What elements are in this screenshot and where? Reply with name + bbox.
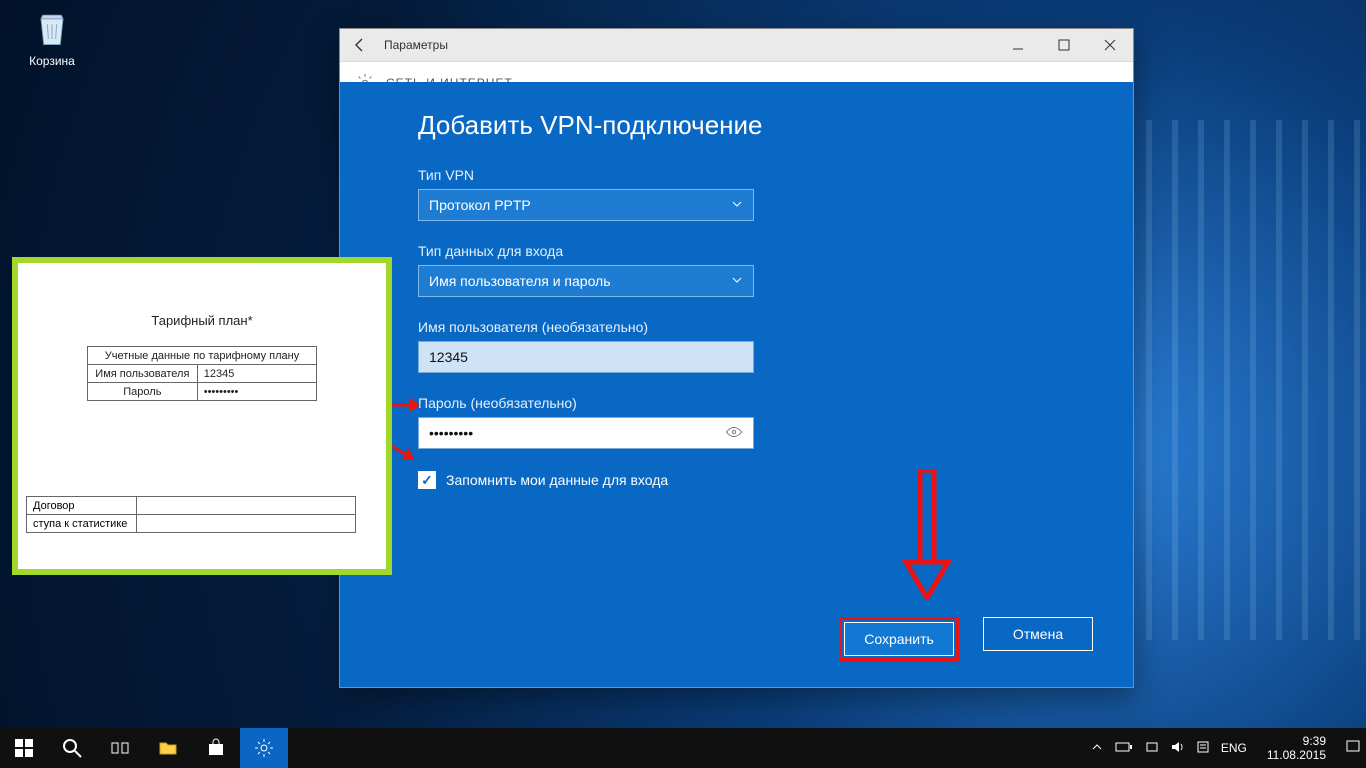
vpn-auth-value: Имя пользователя и пароль <box>429 273 611 289</box>
minimize-button[interactable] <box>995 29 1041 61</box>
volume-icon[interactable] <box>1171 741 1185 756</box>
doc-table-title: Учетные данные по тарифному плану <box>88 347 317 365</box>
tariff-document-card: Тарифный план* Учетные данные по тарифно… <box>12 257 392 575</box>
settings-window: Параметры СЕТЬ И ИНТЕРНЕТ Добавить VPN-п… <box>339 28 1134 688</box>
settings-taskbar-button[interactable] <box>240 728 288 768</box>
back-button[interactable] <box>340 29 380 61</box>
doc-heading: Тарифный план* <box>26 313 378 328</box>
task-view-button[interactable] <box>96 728 144 768</box>
checkbox-checked-icon: ✓ <box>418 471 436 489</box>
doc-pass-key: Пароль <box>88 383 198 401</box>
vpn-auth-select[interactable]: Имя пользователя и пароль <box>418 265 754 297</box>
clock-date: 11.08.2015 <box>1267 748 1326 762</box>
store-button[interactable] <box>192 728 240 768</box>
chevron-down-icon <box>731 197 743 213</box>
window-title: Параметры <box>380 38 448 52</box>
vpn-title: Добавить VPN-подключение <box>418 110 1055 141</box>
recycle-bin-icon <box>30 6 74 50</box>
vpn-pass-input[interactable]: ••••••••• <box>418 417 754 449</box>
chevron-down-icon <box>731 273 743 289</box>
language-indicator[interactable]: ENG <box>1221 741 1247 755</box>
vpn-type-label: Тип VPN <box>418 167 1055 183</box>
taskbar: ENG 9:39 11.08.2015 <box>0 728 1366 768</box>
clock-time: 9:39 <box>1267 734 1326 748</box>
remember-label: Запомнить мои данные для входа <box>446 472 668 488</box>
vpn-user-input[interactable]: 12345 <box>418 341 754 373</box>
doc-lower-row2: ступа к статистике <box>27 515 137 533</box>
doc-user-key: Имя пользователя <box>88 365 198 383</box>
vpn-type-select[interactable]: Протокол PPTP <box>418 189 754 221</box>
cancel-button[interactable]: Отмена <box>983 617 1093 651</box>
remember-checkbox-row[interactable]: ✓ Запомнить мои данные для входа <box>418 471 1055 489</box>
doc-lower-row1: Договор <box>27 497 137 515</box>
vpn-pass-value: ••••••••• <box>429 425 473 441</box>
doc-lower-table: Договор ступа к статистике <box>26 496 356 533</box>
save-button-highlight: Сохранить <box>839 617 959 661</box>
tray-chevron-up-icon[interactable] <box>1091 741 1103 756</box>
save-button[interactable]: Сохранить <box>844 622 954 656</box>
vpn-pass-label: Пароль (необязательно) <box>418 395 1055 411</box>
reveal-password-icon[interactable] <box>725 423 743 444</box>
vpn-panel: Добавить VPN-подключение Тип VPN Протоко… <box>340 82 1133 687</box>
system-tray: ENG 9:39 11.08.2015 <box>1085 734 1366 762</box>
file-explorer-button[interactable] <box>144 728 192 768</box>
notes-icon[interactable] <box>1197 741 1209 756</box>
start-button[interactable] <box>0 728 48 768</box>
battery-icon[interactable] <box>1115 741 1133 756</box>
recycle-bin-label: Корзина <box>18 54 86 68</box>
doc-user-val: 12345 <box>197 365 316 383</box>
doc-pass-val: ••••••••• <box>197 383 316 401</box>
vpn-type-value: Протокол PPTP <box>429 197 531 213</box>
vpn-user-label: Имя пользователя (необязательно) <box>418 319 1055 335</box>
vpn-auth-label: Тип данных для входа <box>418 243 1055 259</box>
titlebar: Параметры <box>340 29 1133 61</box>
search-button[interactable] <box>48 728 96 768</box>
doc-credentials-table: Учетные данные по тарифному плану Имя по… <box>87 346 317 401</box>
clock[interactable]: 9:39 11.08.2015 <box>1259 734 1334 762</box>
action-center-icon[interactable] <box>1346 740 1360 757</box>
recycle-bin[interactable]: Корзина <box>18 6 86 68</box>
close-button[interactable] <box>1087 29 1133 61</box>
vpn-user-value: 12345 <box>429 349 468 365</box>
network-icon[interactable] <box>1145 741 1159 756</box>
maximize-button[interactable] <box>1041 29 1087 61</box>
